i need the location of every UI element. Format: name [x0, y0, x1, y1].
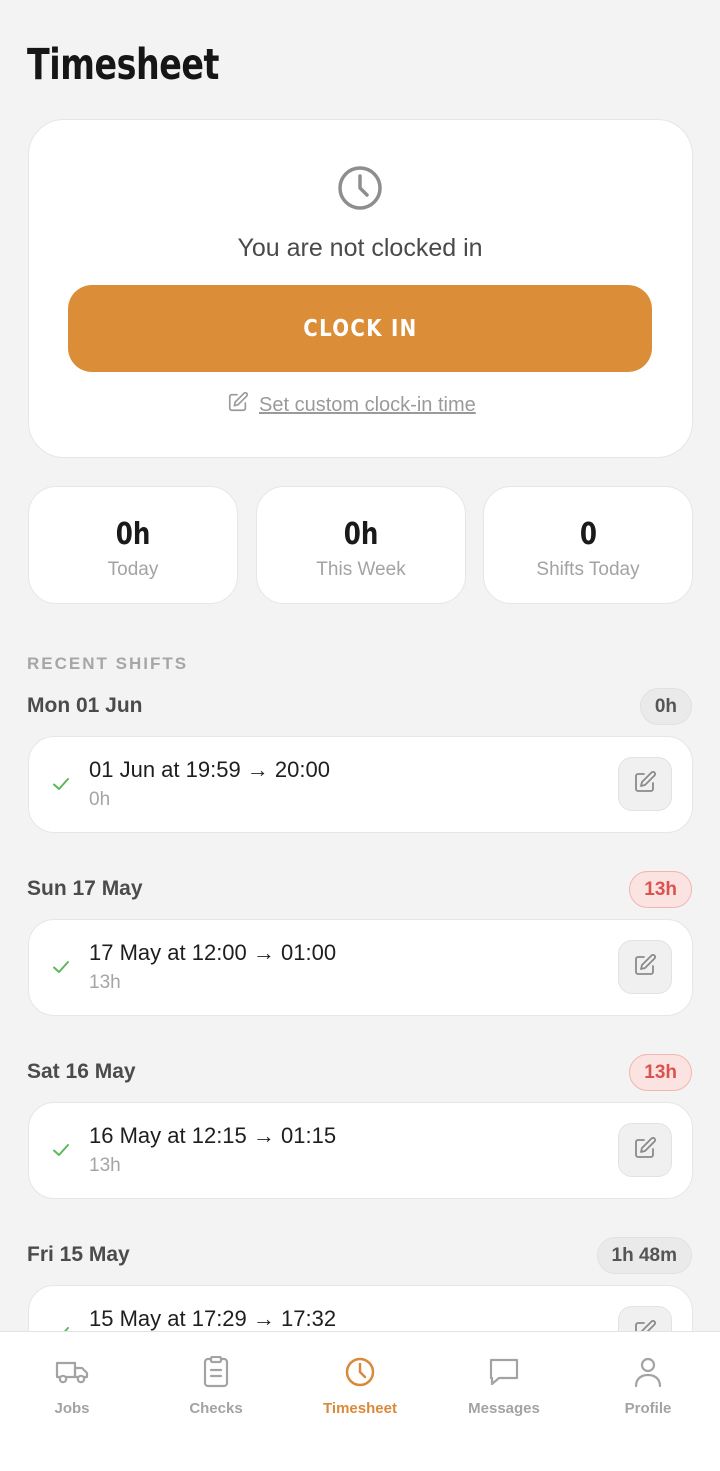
edit-shift-button[interactable]: [618, 1123, 672, 1177]
shift-range: 15 May at 17:29 → 17:32: [89, 1306, 337, 1331]
tab-label: Timesheet: [323, 1400, 397, 1417]
day-title: Fri 15 May: [27, 1243, 130, 1266]
stat-value: 0: [579, 517, 597, 552]
stat-value: 0h: [343, 517, 379, 552]
tab-checks[interactable]: Checks: [144, 1332, 288, 1442]
clock-in-label: CLOCK IN: [302, 315, 418, 342]
clock-status-text: You are not clocked in: [237, 234, 483, 262]
clock-in-button[interactable]: CLOCK IN: [68, 285, 652, 372]
shift-range: 16 May at 12:15 → 01:15: [89, 1123, 337, 1148]
shift-card[interactable]: 17 May at 12:00 → 01:00 13h: [28, 919, 693, 1016]
day-total-badge: 13h: [629, 1054, 692, 1091]
shift-duration: 13h: [89, 972, 121, 993]
stat-label: This Week: [316, 559, 406, 580]
shift-card[interactable]: 01 Jun at 19:59 → 20:00 0h: [28, 736, 693, 833]
tab-label: Profile: [624, 1400, 672, 1417]
shift-duration: 0h: [89, 789, 111, 810]
truck-icon: [55, 1356, 89, 1388]
custom-time-label: Set custom clock-in time: [259, 393, 476, 416]
check-icon: [51, 1140, 71, 1165]
page-title: Timesheet: [27, 40, 220, 90]
message-icon: [488, 1356, 520, 1388]
day-title: Sat 16 May: [27, 1060, 136, 1083]
stat-value: 0h: [115, 517, 151, 552]
pencil-square-icon: [227, 391, 249, 419]
bottom-tab-bar: Jobs Checks Timesheet Messages Profile: [0, 1331, 720, 1471]
day-title: Sun 17 May: [27, 877, 143, 900]
shift-range: 01 Jun at 19:59 → 20:00: [89, 757, 330, 782]
shift-card[interactable]: 16 May at 12:15 → 01:15 13h: [28, 1102, 693, 1199]
shift-duration: 13h: [89, 1155, 121, 1176]
stat-this-week: 0h This Week: [256, 486, 466, 604]
tab-profile[interactable]: Profile: [576, 1332, 720, 1442]
user-icon: [633, 1356, 663, 1388]
stat-shifts-today: 0 Shifts Today: [483, 486, 693, 604]
clock-icon: [344, 1356, 376, 1388]
edit-shift-button[interactable]: [618, 757, 672, 811]
tab-jobs[interactable]: Jobs: [0, 1332, 144, 1442]
pencil-square-icon: [633, 1136, 657, 1165]
tab-label: Jobs: [54, 1400, 90, 1417]
pencil-square-icon: [633, 770, 657, 799]
stat-today: 0h Today: [28, 486, 238, 604]
day-title: Mon 01 Jun: [27, 694, 143, 717]
recent-shifts-heading: RECENT SHIFTS: [27, 654, 189, 673]
tab-label: Checks: [189, 1400, 243, 1417]
tab-label: Messages: [468, 1400, 540, 1417]
clipboard-icon: [202, 1356, 230, 1388]
day-total-badge: 1h 48m: [596, 1237, 692, 1274]
day-total-badge: 0h: [639, 688, 692, 725]
check-icon: [51, 774, 71, 799]
stat-label: Today: [107, 559, 159, 580]
tab-timesheet[interactable]: Timesheet: [288, 1332, 432, 1442]
shift-range: 17 May at 12:00 → 01:00: [89, 940, 337, 965]
pencil-square-icon: [633, 953, 657, 982]
set-custom-clock-in-link[interactable]: Set custom clock-in time: [227, 391, 476, 419]
stat-label: Shifts Today: [536, 559, 640, 580]
tab-messages[interactable]: Messages: [432, 1332, 576, 1442]
day-total-badge: 13h: [629, 871, 692, 908]
edit-shift-button[interactable]: [618, 940, 672, 994]
check-icon: [51, 957, 71, 982]
clock-icon: [336, 164, 384, 217]
